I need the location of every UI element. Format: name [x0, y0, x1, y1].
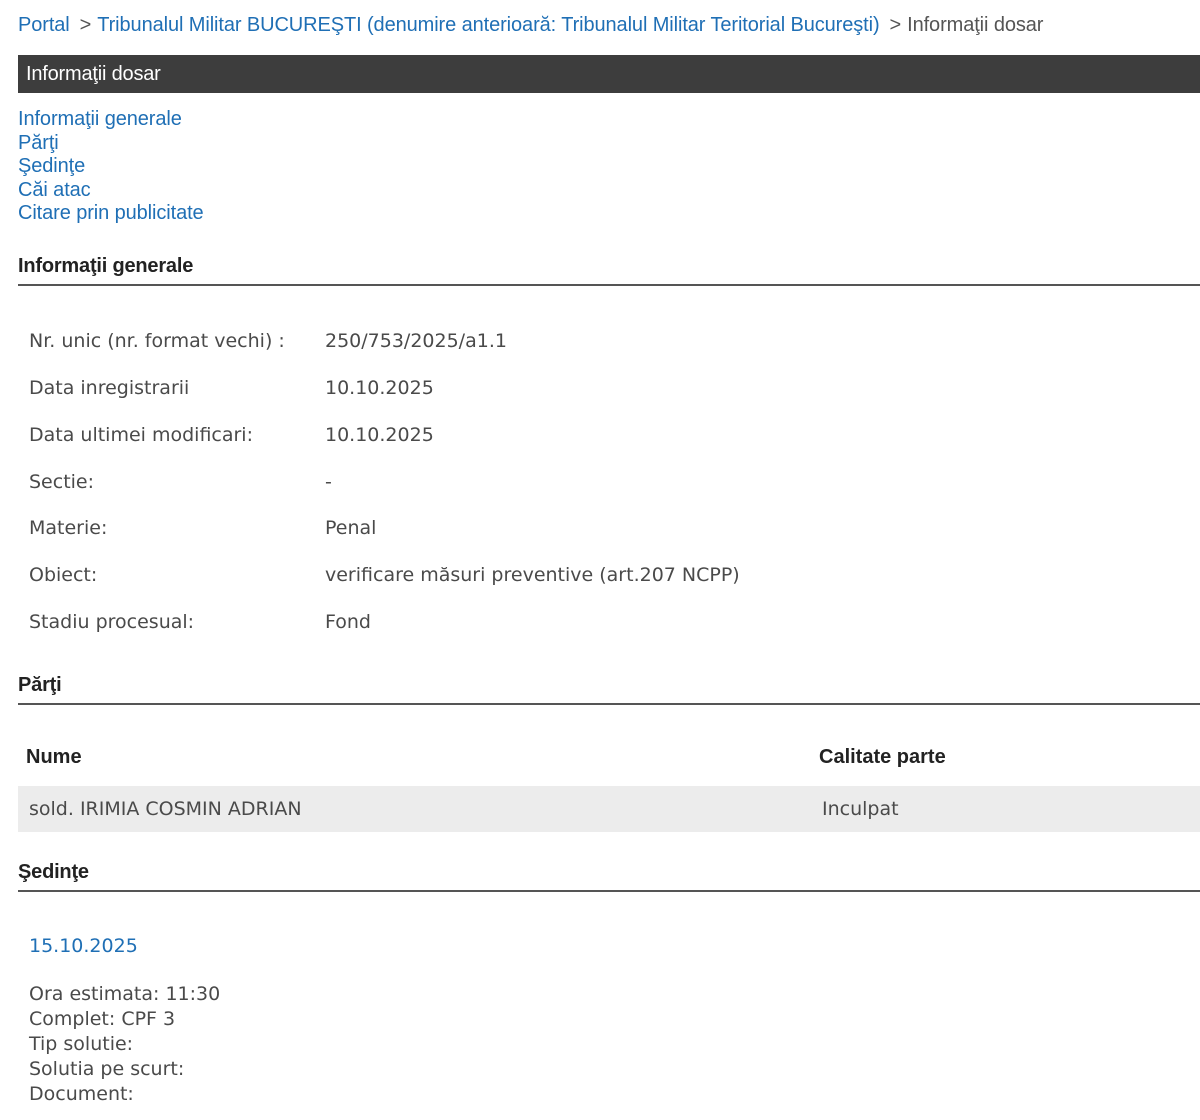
sessions-heading: Şedinţe	[18, 861, 89, 883]
session-solution-type: Tip solutie:	[29, 1033, 134, 1055]
info-value: 10.10.2025	[325, 377, 434, 399]
general-info-heading: Informaţii generale	[18, 255, 194, 277]
quick-nav: Informaţii generale Părţi Şedinţe Căi at…	[18, 108, 204, 226]
session-panel: Complet: CPF 3	[29, 1008, 176, 1030]
info-label: Nr. unic (nr. format vechi) :	[29, 330, 285, 352]
info-value: 250/753/2025/a1.1	[325, 330, 507, 352]
info-label: Materie:	[29, 517, 108, 539]
table-row: sold. IRIMIA COSMIN ADRIAN Inculpat	[18, 786, 1200, 832]
breadcrumb-separator: >	[889, 14, 902, 36]
session-details: Ora estimata: 11:30 Complet: CPF 3 Tip s…	[29, 982, 220, 1107]
info-value: 10.10.2025	[325, 424, 434, 446]
nav-link-appeals[interactable]: Căi atac	[18, 179, 204, 203]
info-label: Data inregistrarii	[29, 377, 190, 399]
session-date-link[interactable]: 15.10.2025	[29, 935, 138, 957]
info-value: Fond	[325, 611, 371, 633]
section-divider	[18, 890, 1200, 892]
session-document: Document:	[29, 1083, 134, 1105]
parties-table-header: Nume Calitate parte	[18, 746, 1200, 774]
breadcrumb-court-link[interactable]: Tribunalul Militar BUCUREŞTI (denumire a…	[97, 14, 879, 36]
section-divider	[18, 284, 1200, 286]
info-label: Data ultimei modificari:	[29, 424, 253, 446]
party-role: Inculpat	[822, 798, 899, 820]
breadcrumb: Portal > Tribunalul Militar BUCUREŞTI (den…	[18, 14, 1043, 37]
nav-link-parties[interactable]: Părţi	[18, 132, 204, 156]
breadcrumb-separator: >	[79, 14, 92, 36]
info-value: -	[325, 471, 332, 493]
page-title: Informaţii dosar	[18, 55, 1200, 93]
info-label: Stadiu procesual:	[29, 611, 195, 633]
nav-link-general-info[interactable]: Informaţii generale	[18, 108, 204, 132]
nav-link-public-summons[interactable]: Citare prin publicitate	[18, 202, 204, 226]
section-divider	[18, 703, 1200, 705]
column-header-name: Nume	[26, 746, 82, 768]
info-value: Penal	[325, 517, 377, 539]
session-solution-summary: Solutia pe scurt:	[29, 1058, 185, 1080]
parties-heading: Părţi	[18, 674, 62, 696]
breadcrumb-current: Informaţii dosar	[907, 14, 1044, 36]
info-label: Obiect:	[29, 564, 98, 586]
nav-link-sessions[interactable]: Şedinţe	[18, 155, 204, 179]
party-name: sold. IRIMIA COSMIN ADRIAN	[29, 798, 302, 820]
breadcrumb-portal-link[interactable]: Portal	[18, 14, 70, 36]
info-value: verificare măsuri preventive (art.207 NC…	[325, 564, 740, 586]
info-label: Sectie:	[29, 471, 95, 493]
session-estimated-time: Ora estimata: 11:30	[29, 983, 221, 1005]
column-header-role: Calitate parte	[819, 746, 946, 768]
